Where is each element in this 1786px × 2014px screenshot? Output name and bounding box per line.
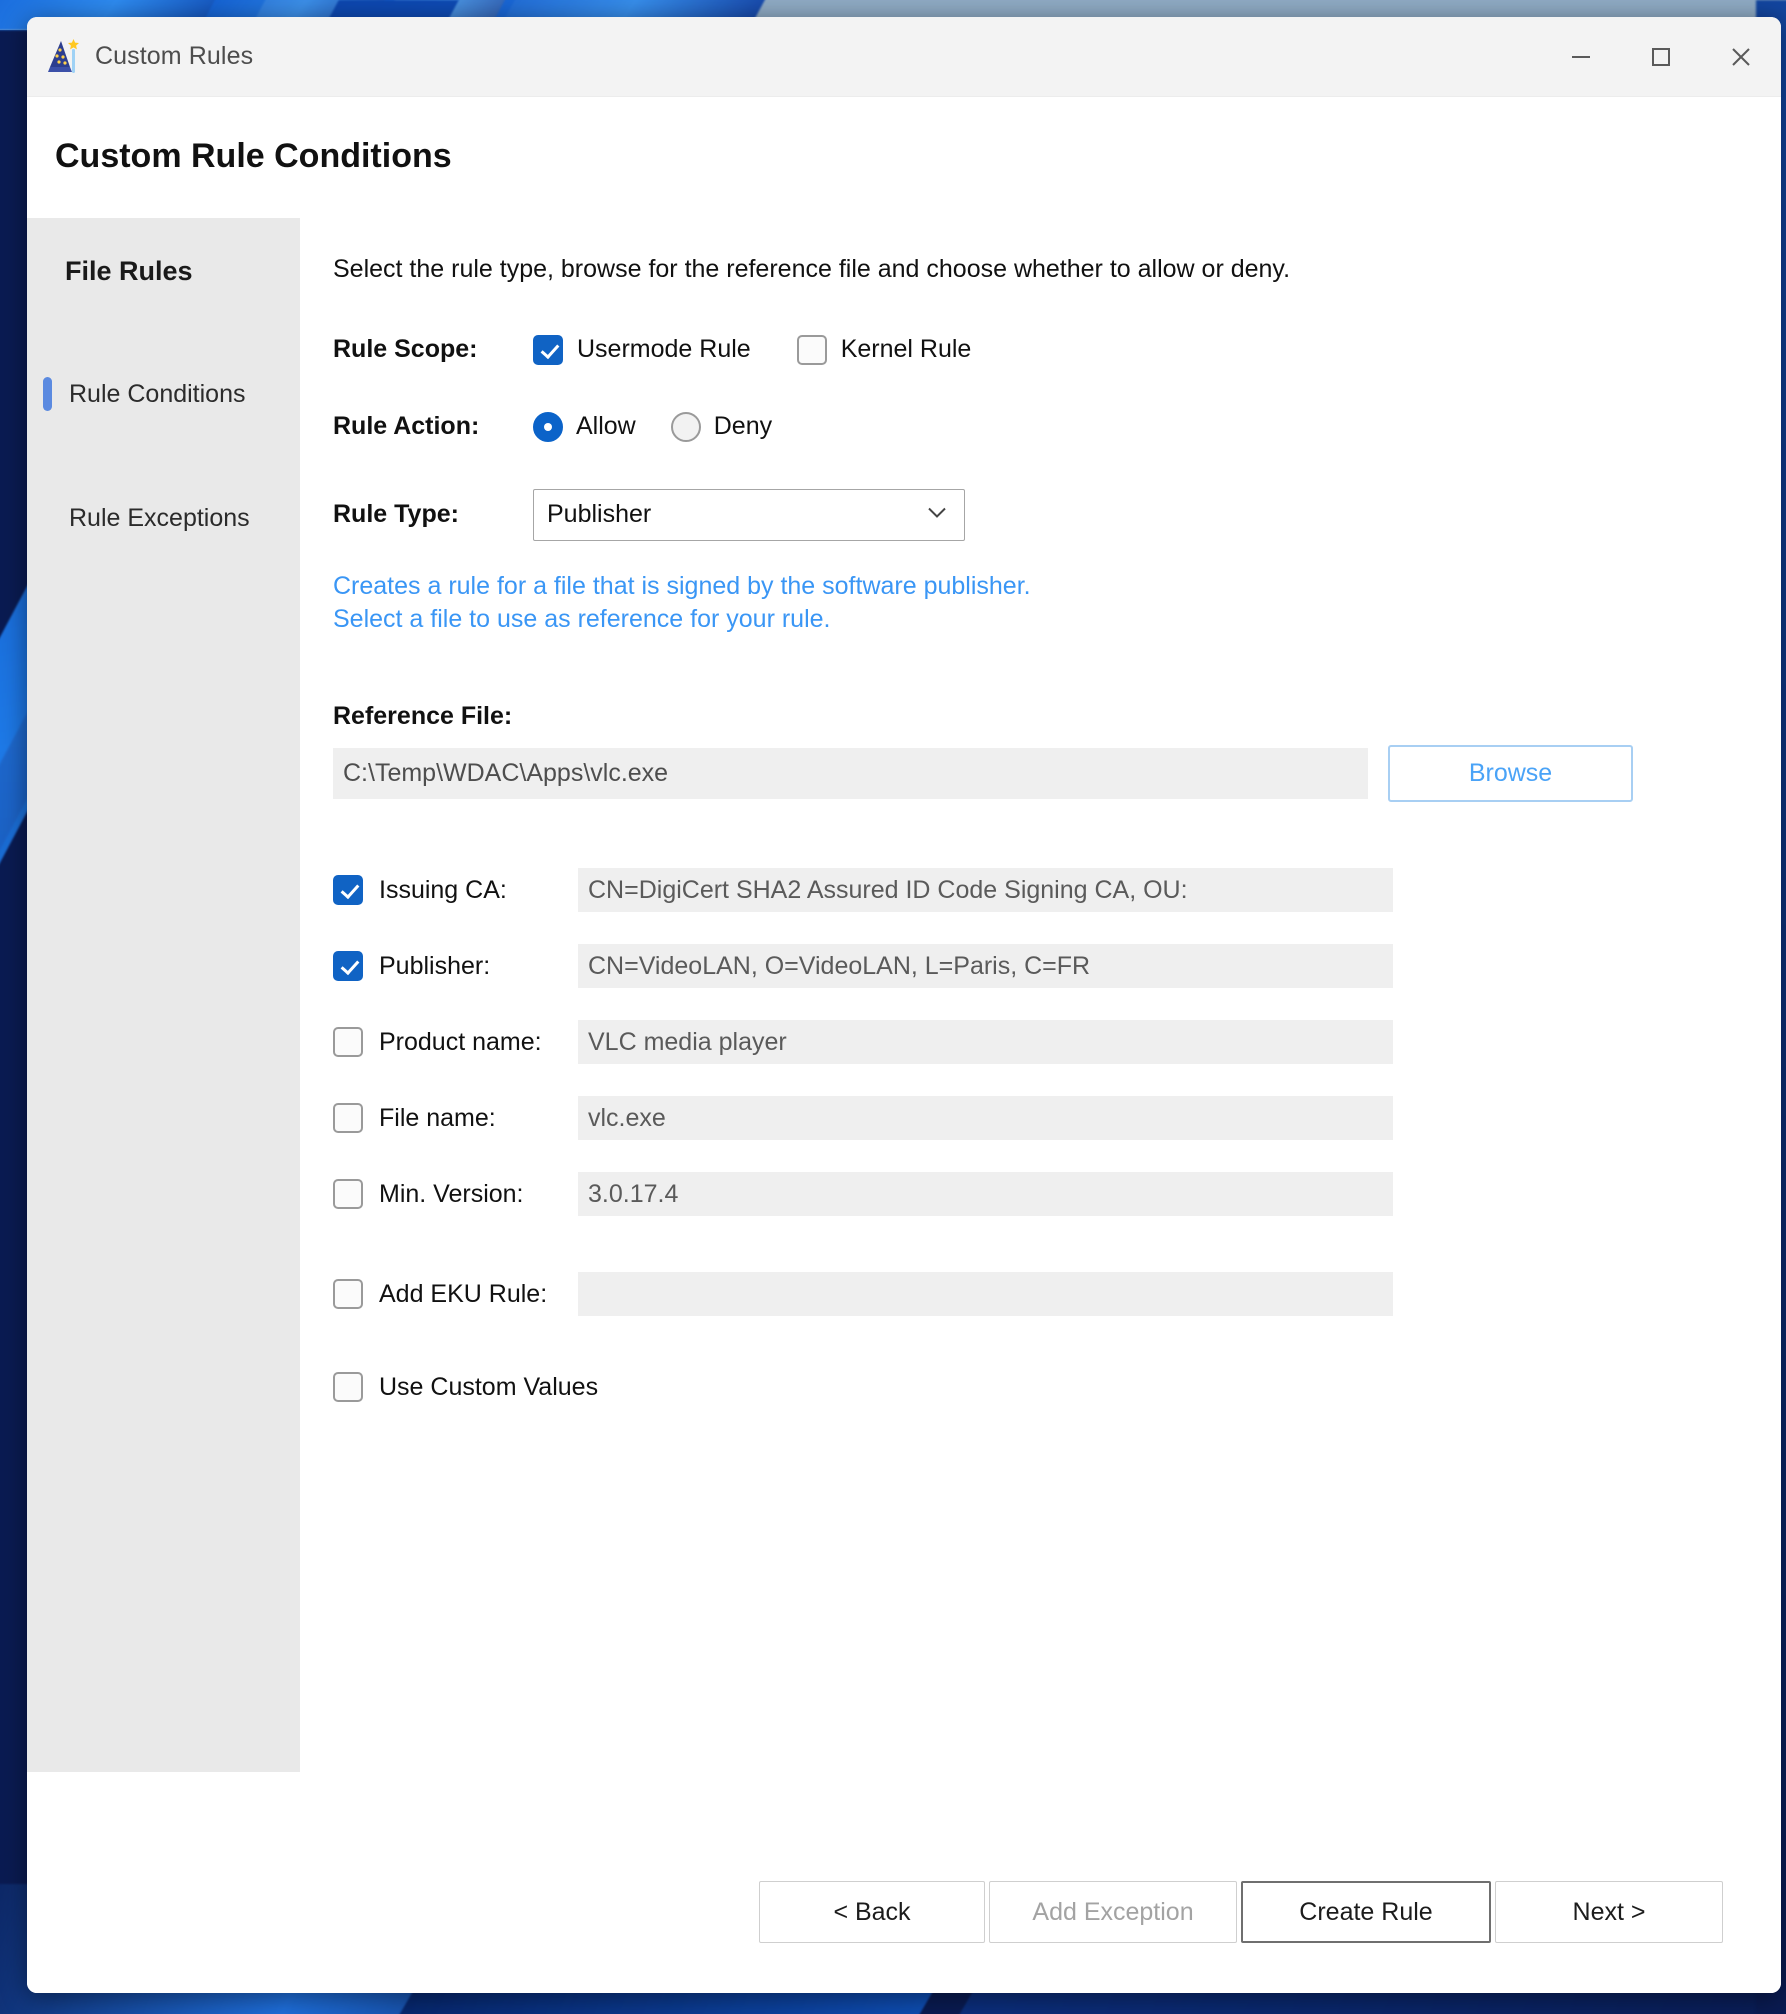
active-indicator [43,377,52,411]
allow-option[interactable]: Allow [533,412,636,442]
file-name-checkbox[interactable] [333,1103,363,1133]
rule-scope-row: Rule Scope: Usermode Rule Kernel Rule [333,335,1781,365]
attribute-row-add-eku-rule: Add EKU Rule: [333,1272,1781,1316]
add-eku-rule-value[interactable] [578,1272,1393,1316]
rule-type-help-line-1: Creates a rule for a file that is signed… [333,570,1781,603]
sidebar: File Rules Rule Conditions Rule Exceptio… [27,218,300,1772]
usermode-rule-option[interactable]: Usermode Rule [533,335,751,365]
sidebar-item-rule-conditions[interactable]: Rule Conditions [27,377,300,411]
min-version-value[interactable]: 3.0.17.4 [578,1172,1393,1216]
sidebar-item-label: Rule Conditions [69,377,246,411]
chevron-down-icon [926,505,948,524]
minimize-icon [1568,44,1594,70]
rule-type-row: Rule Type: Publisher [333,489,1781,541]
custom-rules-window: Custom Rules Custom Rule Conditions [27,17,1781,1993]
maximize-icon [1648,44,1674,70]
close-icon [1727,43,1755,71]
rule-action-row: Rule Action: Allow Deny [333,412,1781,442]
next-button[interactable]: Next > [1495,1881,1723,1943]
main-content: Select the rule type, browse for the ref… [300,218,1781,1831]
kernel-rule-checkbox[interactable] [797,335,827,365]
rule-scope-label: Rule Scope: [333,335,533,364]
back-button[interactable]: < Back [759,1881,985,1943]
sidebar-title: File Rules [27,256,300,287]
kernel-rule-option[interactable]: Kernel Rule [797,335,972,365]
allow-radio[interactable] [533,412,563,442]
product-name-label: Product name: [379,1028,578,1057]
deny-radio[interactable] [671,412,701,442]
wizard-hat-icon [47,37,81,77]
rule-type-label: Rule Type: [333,500,533,529]
rule-type-help-text: Creates a rule for a file that is signed… [333,570,1781,637]
window-title: Custom Rules [95,42,253,71]
maximize-button[interactable] [1621,17,1701,97]
use-custom-values-checkbox[interactable] [333,1372,363,1402]
create-rule-button[interactable]: Create Rule [1241,1881,1491,1943]
reference-file-label: Reference File: [333,702,1781,731]
deny-option[interactable]: Deny [671,412,772,442]
file-name-label: File name: [379,1104,578,1133]
attribute-row-file-name: File name: vlc.exe [333,1096,1781,1140]
rule-action-label: Rule Action: [333,412,533,441]
publisher-checkbox[interactable] [333,951,363,981]
publisher-label: Publisher: [379,952,578,981]
close-button[interactable] [1701,17,1781,97]
usermode-rule-checkbox[interactable] [533,335,563,365]
add-eku-rule-checkbox[interactable] [333,1279,363,1309]
issuing-ca-label: Issuing CA: [379,876,578,905]
product-name-checkbox[interactable] [333,1027,363,1057]
use-custom-values-label: Use Custom Values [379,1373,598,1402]
dialog-footer: < Back Add Exception Create Rule Next > [27,1831,1781,1993]
publisher-value[interactable]: CN=VideoLAN, O=VideoLAN, L=Paris, C=FR [578,944,1393,988]
active-indicator [43,501,52,535]
attribute-row-issuing-ca: Issuing CA: CN=DigiCert SHA2 Assured ID … [333,868,1781,912]
add-eku-rule-label: Add EKU Rule: [379,1280,578,1309]
attribute-row-min-version: Min. Version: 3.0.17.4 [333,1172,1781,1216]
intro-text: Select the rule type, browse for the ref… [333,252,1518,288]
attribute-row-publisher: Publisher: CN=VideoLAN, O=VideoLAN, L=Pa… [333,944,1781,988]
browse-button[interactable]: Browse [1388,745,1633,802]
deny-label: Deny [714,412,772,441]
attribute-row-product-name: Product name: VLC media player [333,1020,1781,1064]
rule-type-dropdown[interactable]: Publisher [533,489,965,541]
usermode-rule-label: Usermode Rule [577,335,751,364]
add-exception-button[interactable]: Add Exception [989,1881,1237,1943]
reference-file-row: C:\Temp\WDAC\Apps\vlc.exe Browse [333,745,1781,802]
rule-type-value: Publisher [547,500,651,529]
attribute-list: Issuing CA: CN=DigiCert SHA2 Assured ID … [333,868,1781,1402]
allow-label: Allow [576,412,636,441]
minimize-button[interactable] [1541,17,1621,97]
window-titlebar: Custom Rules [27,17,1781,97]
window-body: File Rules Rule Conditions Rule Exceptio… [27,218,1781,1831]
min-version-label: Min. Version: [379,1180,578,1209]
min-version-checkbox[interactable] [333,1179,363,1209]
file-name-value[interactable]: vlc.exe [578,1096,1393,1140]
use-custom-values-row[interactable]: Use Custom Values [333,1372,1781,1402]
kernel-rule-label: Kernel Rule [841,335,972,364]
rule-type-help-line-2: Select a file to use as reference for yo… [333,603,1781,636]
window-controls [1541,17,1781,97]
issuing-ca-value[interactable]: CN=DigiCert SHA2 Assured ID Code Signing… [578,868,1393,912]
reference-file-path: C:\Temp\WDAC\Apps\vlc.exe [333,748,1368,799]
product-name-value[interactable]: VLC media player [578,1020,1393,1064]
page-title: Custom Rule Conditions [27,97,1781,176]
sidebar-item-label: Rule Exceptions [69,501,250,535]
sidebar-item-rule-exceptions[interactable]: Rule Exceptions [27,501,300,535]
issuing-ca-checkbox[interactable] [333,875,363,905]
